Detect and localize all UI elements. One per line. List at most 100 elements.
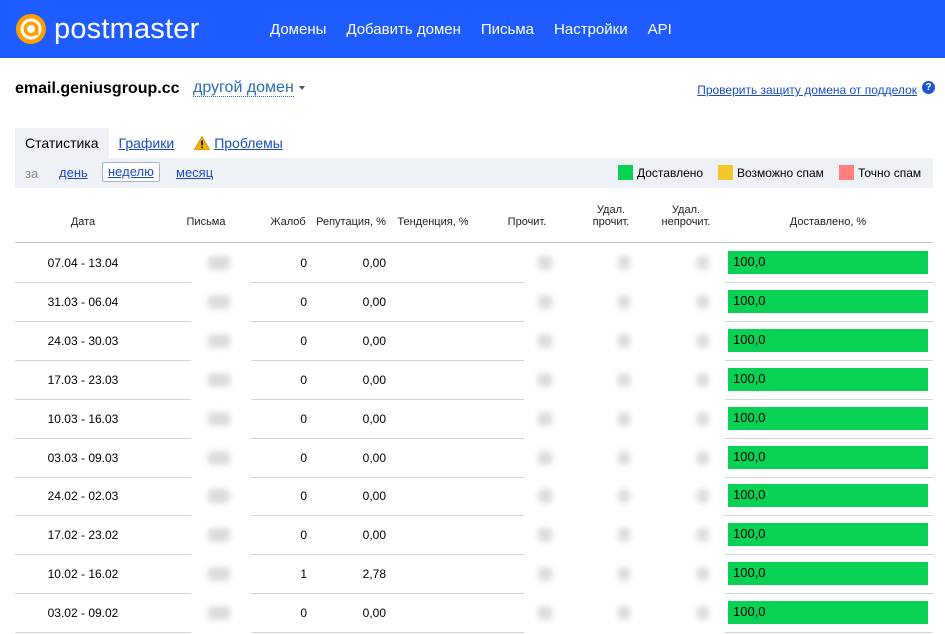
cell-reputation: 0,00 — [362, 450, 386, 465]
cell-date: 17.03 - 23.03 — [47, 372, 119, 387]
help-icon[interactable]: ? — [922, 81, 935, 94]
delivered-value: 100,0 — [733, 604, 766, 620]
delivered-value: 100,0 — [733, 526, 766, 542]
cell-deleted-unread-redacted — [697, 489, 709, 504]
period-day[interactable]: день — [59, 165, 88, 180]
domain-row: email.geniusgroup.cc другой домен Провер… — [15, 78, 935, 102]
table-row: 24.02 - 02.03 0 0,00 100,0 — [15, 477, 933, 517]
col-date[interactable]: Дата — [35, 216, 131, 228]
delivered-bar: 100,0 — [728, 523, 928, 547]
legend-swatch-green — [618, 165, 633, 180]
legend-swatch-yellow — [718, 165, 733, 180]
tab-problems[interactable]: Проблемы — [184, 128, 293, 158]
row-divider — [15, 632, 191, 634]
col-delivered[interactable]: Доставлено, % — [728, 216, 928, 228]
row-divider — [251, 632, 524, 634]
delivered-value: 100,0 — [733, 331, 766, 347]
cell-deleted-unread-redacted — [697, 450, 709, 465]
table-row: 24.03 - 30.03 0 0,00 100,0 — [15, 322, 933, 361]
tab-statistics[interactable]: Статистика — [15, 128, 109, 158]
period-month[interactable]: месяц — [176, 165, 213, 180]
cell-deleted-read-redacted — [618, 294, 630, 309]
domain-switch-dropdown[interactable]: другой домен — [193, 79, 305, 97]
period-week[interactable]: неделю — [102, 162, 160, 182]
main-nav: Домены Добавить домен Письма Настройки A… — [260, 0, 682, 58]
brand-name: postmaster — [54, 12, 200, 45]
cell-read-redacted — [538, 528, 552, 543]
cell-date: 03.02 - 09.02 — [47, 606, 119, 621]
legend-swatch-red — [839, 165, 854, 180]
legend-maybe-spam: Возможно спам — [718, 165, 824, 180]
nav-domains[interactable]: Домены — [270, 21, 326, 38]
cell-read-redacted — [538, 489, 552, 504]
domain-switch-label: другой домен — [193, 79, 294, 97]
delivered-bar: 100,0 — [728, 406, 928, 430]
cell-read-redacted — [538, 294, 552, 309]
cell-date: 10.03 - 16.03 — [47, 411, 119, 426]
table-header: Дата Письма Жалоб Репутация, % Тенденция… — [15, 194, 933, 243]
logo[interactable]: postmaster — [14, 10, 199, 48]
col-deleted-read[interactable]: Удал. прочит. — [583, 204, 639, 228]
cell-date: 10.02 - 16.02 — [47, 567, 119, 582]
nav-add-domain[interactable]: Добавить домен — [346, 21, 461, 38]
delivered-bar: 100,0 — [728, 328, 928, 352]
cell-deleted-unread-redacted — [697, 256, 709, 270]
check-domain-protection-link[interactable]: Проверить защиту домена от подделок — [697, 83, 917, 97]
cell-letters-redacted — [208, 528, 230, 543]
col-read[interactable]: Прочит. — [499, 216, 555, 228]
cell-complaints: 0 — [300, 606, 307, 621]
cell-deleted-read-redacted — [618, 528, 630, 543]
delivered-value: 100,0 — [733, 487, 766, 503]
cell-complaints: 0 — [300, 489, 307, 504]
cell-complaints: 0 — [300, 256, 307, 270]
table-row: 17.02 - 23.02 0 0,00 100,0 — [15, 516, 933, 556]
nav-letters[interactable]: Письма — [481, 21, 534, 38]
cell-deleted-read-redacted — [618, 489, 630, 504]
nav-api[interactable]: API — [648, 21, 672, 38]
delivered-bar: 100,0 — [728, 289, 928, 313]
domain-name: email.geniusgroup.cc — [15, 80, 180, 97]
cell-reputation: 0,00 — [362, 489, 386, 504]
cell-deleted-unread-redacted — [697, 411, 709, 426]
delivered-bar: 100,0 — [728, 601, 928, 625]
cell-letters-redacted — [208, 489, 230, 504]
cell-read-redacted — [538, 411, 552, 426]
cell-letters-redacted — [208, 333, 230, 348]
cell-deleted-unread-redacted — [697, 528, 709, 543]
legend-label: Возможно спам — [737, 165, 824, 180]
col-reputation[interactable]: Репутация, % — [313, 216, 389, 228]
legend-spam: Точно спам — [839, 165, 921, 180]
cell-complaints: 0 — [300, 528, 307, 543]
delivered-bar: 100,0 — [728, 251, 928, 274]
delivered-bar: 100,0 — [728, 562, 928, 586]
delivered-value: 100,0 — [733, 370, 766, 386]
col-letters[interactable]: Письма — [175, 216, 237, 228]
cell-date: 24.03 - 30.03 — [47, 333, 119, 348]
cell-read-redacted — [538, 256, 552, 270]
cell-read-redacted — [538, 333, 552, 348]
cell-deleted-read-redacted — [618, 606, 630, 621]
nav-settings[interactable]: Настройки — [554, 21, 628, 38]
top-bar: postmaster Домены Добавить домен Письма … — [0, 0, 945, 58]
cell-date: 03.03 - 09.03 — [47, 450, 119, 465]
table-row: 07.04 - 13.04 0 0,00 100,0 — [15, 244, 933, 283]
delivered-bar: 100,0 — [728, 367, 928, 391]
cell-deleted-unread-redacted — [697, 606, 709, 621]
cell-letters-redacted — [208, 294, 230, 309]
cell-reputation: 0,00 — [362, 606, 386, 621]
period-filter-bar: за день неделю месяц Доставлено Возможно… — [15, 158, 933, 188]
col-complaints[interactable]: Жалоб — [263, 216, 313, 228]
cell-deleted-unread-redacted — [697, 372, 709, 387]
row-divider — [725, 632, 933, 634]
tab-charts[interactable]: Графики — [109, 128, 185, 158]
cell-read-redacted — [538, 606, 552, 621]
period-prefix: за — [25, 166, 39, 181]
table-row: 17.03 - 23.03 0 0,00 100,0 — [15, 361, 933, 400]
cell-complaints: 1 — [300, 567, 307, 582]
cell-complaints: 0 — [300, 294, 307, 309]
at-sign-icon — [16, 14, 46, 44]
delivered-value: 100,0 — [733, 292, 766, 308]
cell-deleted-read-redacted — [618, 567, 630, 582]
col-trend[interactable]: Тенденция, % — [393, 216, 473, 228]
col-deleted-unread[interactable]: Удал. непрочит. — [651, 204, 721, 228]
